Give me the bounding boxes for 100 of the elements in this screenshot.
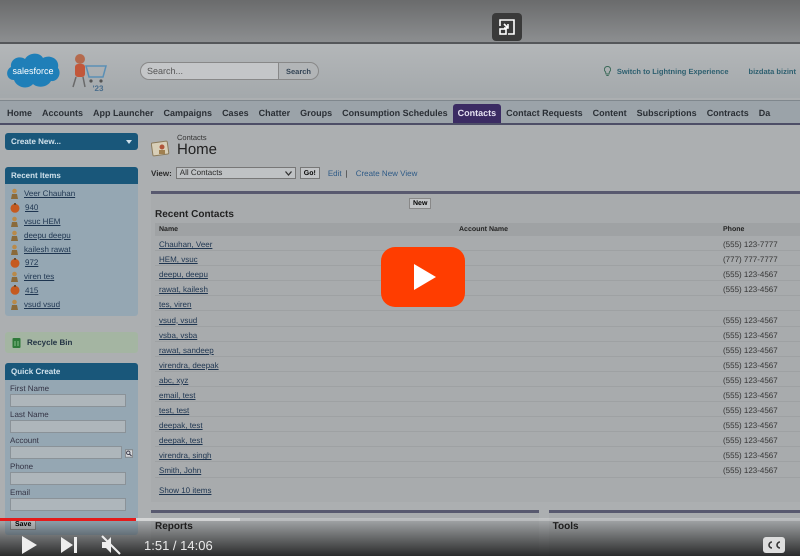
field-label: Phone [10, 462, 34, 472]
person-icon [10, 216, 19, 227]
quick-create-heading: Quick Create [5, 363, 138, 380]
phone-number: (555) 123-4567 [723, 376, 778, 385]
phone-number: (555) 123-7777 [723, 240, 778, 250]
contact-name-link[interactable]: test, test [159, 406, 190, 416]
lightbulb-icon [604, 66, 611, 76]
contact-name-link[interactable]: rawat, kailesh [159, 285, 208, 294]
tools-title: Tools [552, 520, 579, 532]
volume-icon[interactable] [100, 535, 122, 555]
nav-tab[interactable]: Accounts [37, 104, 88, 123]
input-field[interactable] [10, 394, 126, 408]
nav-tab[interactable]: App Launcher [88, 104, 159, 123]
nav-tab[interactable]: Groups [295, 104, 338, 123]
contact-name-link[interactable]: deepu, deepu [159, 270, 208, 280]
field-label: Email [10, 488, 32, 498]
person-icon [10, 298, 19, 310]
captions-icon[interactable] [762, 536, 786, 554]
nav-tab[interactable]: Chatter [254, 104, 296, 123]
create-new-dropdown[interactable]: Create New... [5, 133, 138, 150]
edit-link[interactable]: Edit [328, 168, 342, 178]
view-select[interactable]: All Contacts [176, 167, 296, 179]
phone-number: (555) 123-4567 [723, 466, 778, 476]
nav-tab[interactable]: Cases [217, 104, 254, 123]
play-button[interactable] [381, 247, 465, 307]
nav-tab[interactable]: Da [754, 104, 776, 123]
field-label: Last Name [10, 410, 50, 420]
next-icon[interactable] [60, 536, 78, 554]
recent-item-link[interactable]: kailesh rawat [24, 244, 71, 254]
phone-number: (777) 777-7777 [723, 255, 778, 264]
phone-number: (555) 123-4567 [723, 316, 778, 325]
contact-name-link[interactable]: Chauhan, Veer [159, 240, 212, 250]
phone-number: (555) 123-4567 [723, 346, 778, 355]
trash-icon [12, 337, 21, 348]
recent-item-link[interactable]: vsud vsud [24, 300, 60, 309]
nav-tab[interactable]: Subscriptions [632, 104, 702, 123]
phone-number: (555) 123-4567 [723, 421, 778, 430]
contact-name-link[interactable]: deepak, test [159, 436, 203, 446]
create-new-view-link[interactable]: Create New View [356, 168, 418, 178]
exit-fullscreen-icon[interactable] [492, 13, 522, 41]
contact-name-link[interactable]: abc, xyz [159, 376, 188, 385]
lookup-icon[interactable] [125, 448, 133, 459]
section-title: Recent Contacts [155, 209, 234, 220]
nav-tab[interactable]: Contact Requests [501, 104, 588, 123]
person-icon [10, 271, 19, 282]
case-icon [10, 202, 20, 213]
recent-item-link[interactable]: viren tes [24, 272, 54, 282]
contact-name-link[interactable]: tes, viren [159, 300, 192, 310]
contact-name-link[interactable]: Smith, John [159, 466, 202, 476]
caret-icon [126, 140, 132, 144]
recent-item-link[interactable]: 940 [25, 203, 38, 212]
nav-tab[interactable]: Contracts [702, 104, 754, 123]
recent-item-link[interactable]: 415 [25, 286, 38, 295]
field-label: Account [10, 436, 40, 446]
link-separator: | [346, 168, 348, 178]
recycle-bin-panel[interactable]: Recycle Bin [5, 332, 138, 354]
contact-name-link[interactable]: rawat, sandeep [159, 346, 214, 355]
nav-tab[interactable]: Content [588, 104, 632, 123]
recent-item-link[interactable]: deepu deepu [24, 230, 71, 240]
person-icon [10, 244, 19, 255]
nav-tab[interactable]: Home [2, 104, 38, 123]
phone-number: (555) 123-4567 [723, 436, 778, 446]
chevron-down-icon [284, 170, 292, 176]
contact-name-link[interactable]: vsba, vsba [159, 330, 198, 340]
phone-number: (555) 123-4567 [723, 270, 778, 280]
recycle-bin-label: Recycle Bin [27, 338, 72, 348]
phone-number: (555) 123-4567 [723, 451, 778, 460]
nav-tab[interactable]: Contacts [452, 104, 502, 123]
video-time: 1:51 / 14:06 [144, 538, 213, 552]
recent-item-link[interactable]: vsuc HEM [24, 216, 60, 226]
contact-name-link[interactable]: email, test [159, 390, 196, 400]
recent-item-link[interactable]: 972 [25, 258, 38, 268]
recent-item-link[interactable]: Veer Chauhan [24, 189, 76, 198]
phone-number: (555) 123-4567 [723, 406, 778, 416]
input-field[interactable] [10, 472, 126, 486]
nav-tab[interactable]: Campaigns [158, 104, 218, 123]
play-icon[interactable] [20, 535, 38, 555]
recent-items-heading: Recent Items [5, 167, 138, 184]
input-field[interactable] [10, 446, 122, 460]
input-field[interactable] [10, 420, 126, 434]
contact-name-link[interactable]: HEM, vsuc [159, 255, 198, 264]
phone-number: (555) 123-4567 [723, 390, 778, 400]
contact-name-link[interactable]: deepak, test [159, 421, 203, 430]
phone-number: (555) 123-4567 [723, 360, 778, 370]
phone-number: (555) 123-4567 [723, 330, 778, 340]
case-icon [10, 285, 20, 296]
phone-number: (555) 123-4567 [723, 285, 778, 294]
page-title: Home [177, 142, 218, 157]
view-label: View: [151, 168, 172, 178]
case-icon [10, 258, 20, 268]
contact-name-link[interactable]: virendra, deepak [159, 360, 219, 370]
search-field[interactable]: Search... [140, 62, 278, 80]
contact-name-link[interactable]: virendra, singh [159, 451, 212, 460]
nav-tab[interactable]: Consumption Schedules [337, 104, 453, 123]
mascot-drawing: '23 [68, 49, 112, 93]
show-more-link[interactable]: Show 10 items [159, 486, 212, 494]
field-label: First Name [10, 384, 50, 394]
input-field[interactable] [10, 498, 126, 512]
contact-name-link[interactable]: vsud, vsud [159, 316, 198, 325]
reports-title: Reports [155, 520, 193, 532]
